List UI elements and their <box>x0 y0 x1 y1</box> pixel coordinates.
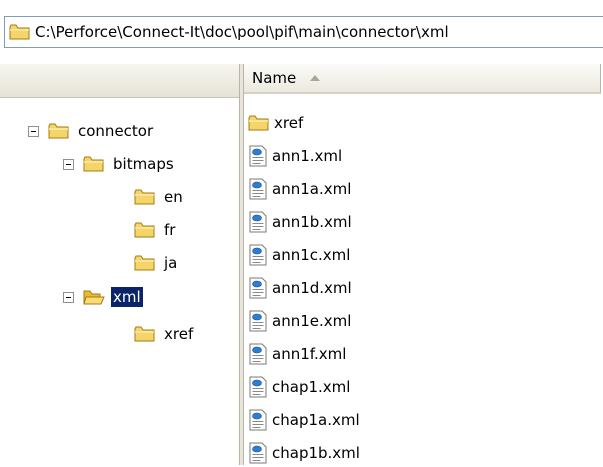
list-item[interactable]: chap1a.xml <box>248 406 360 434</box>
tree-item-label: ja <box>164 254 178 272</box>
tree-item-ja[interactable]: ja <box>134 250 179 276</box>
pane-splitter[interactable] <box>239 64 244 465</box>
open-folder-icon <box>83 290 105 305</box>
folder-icon <box>134 326 155 342</box>
file-name: ann1b.xml <box>272 213 352 231</box>
tree-item-bitmaps[interactable]: bitmaps <box>63 151 176 177</box>
name-column-header[interactable]: Name <box>244 64 601 94</box>
tree-item-label: connector <box>78 122 154 140</box>
list-item[interactable]: ann1.xml <box>248 142 342 170</box>
tree-item-label: en <box>164 188 183 206</box>
list-item[interactable]: chap1b.xml <box>248 439 360 467</box>
list-item[interactable]: ann1c.xml <box>248 241 350 269</box>
tree-item-label: xref <box>164 325 194 343</box>
tree-item-label: fr <box>164 221 176 239</box>
xml-file-icon <box>249 376 267 398</box>
collapse-icon[interactable] <box>63 291 74 303</box>
file-name: chap1a.xml <box>272 411 360 429</box>
tree-item-label: bitmaps <box>113 155 174 173</box>
xml-file-icon <box>249 145 267 167</box>
file-name: ann1.xml <box>272 147 343 165</box>
file-name: ann1d.xml <box>272 279 352 297</box>
file-name: ann1f.xml <box>272 345 347 363</box>
list-item[interactable]: ann1e.xml <box>248 307 351 335</box>
collapse-icon[interactable] <box>63 158 74 170</box>
xml-file-icon <box>249 343 267 365</box>
list-item[interactable]: chap1.xml <box>248 373 350 401</box>
xml-file-icon <box>249 310 267 332</box>
file-name: chap1.xml <box>272 378 351 396</box>
list-item[interactable]: ann1a.xml <box>248 175 351 203</box>
xml-file-icon <box>249 211 267 233</box>
folder-icon <box>248 115 269 131</box>
xml-file-icon <box>249 244 267 266</box>
file-name: xref <box>274 114 304 132</box>
file-name: ann1e.xml <box>272 312 352 330</box>
folder-icon <box>9 24 30 40</box>
tree-item-en[interactable]: en <box>134 184 185 210</box>
list-item[interactable]: ann1b.xml <box>248 208 352 236</box>
collapse-icon[interactable] <box>28 125 39 137</box>
folder-icon <box>134 222 155 238</box>
folder-icon <box>48 123 69 139</box>
sort-ascending-icon <box>310 75 321 81</box>
folder-icon <box>83 156 104 172</box>
tree-item-xref[interactable]: xref <box>134 321 195 347</box>
file-name: ann1c.xml <box>272 246 351 264</box>
xml-file-icon <box>249 277 267 299</box>
list-item[interactable]: ann1d.xml <box>248 274 352 302</box>
xml-file-icon <box>249 178 267 200</box>
list-item[interactable]: ann1f.xml <box>248 340 346 368</box>
tree-item-connector[interactable]: connector <box>28 118 155 144</box>
folder-icon <box>134 255 155 271</box>
tree-item-label: xml <box>111 287 143 307</box>
name-column-label: Name <box>252 69 297 87</box>
folder-pane-header <box>0 64 239 98</box>
xml-file-icon <box>249 442 267 464</box>
folder-icon <box>134 189 155 205</box>
file-name: ann1a.xml <box>272 180 352 198</box>
tree-item-xml[interactable]: xml <box>63 284 143 310</box>
xml-file-icon <box>249 409 267 431</box>
file-name: chap1b.xml <box>272 444 360 462</box>
address-path[interactable]: C:\Perforce\Connect-It\doc\pool\pif\main… <box>35 23 449 41</box>
tree-item-fr[interactable]: fr <box>134 217 177 243</box>
address-bar[interactable]: C:\Perforce\Connect-It\doc\pool\pif\main… <box>4 16 603 48</box>
list-item[interactable]: xref <box>248 109 303 137</box>
